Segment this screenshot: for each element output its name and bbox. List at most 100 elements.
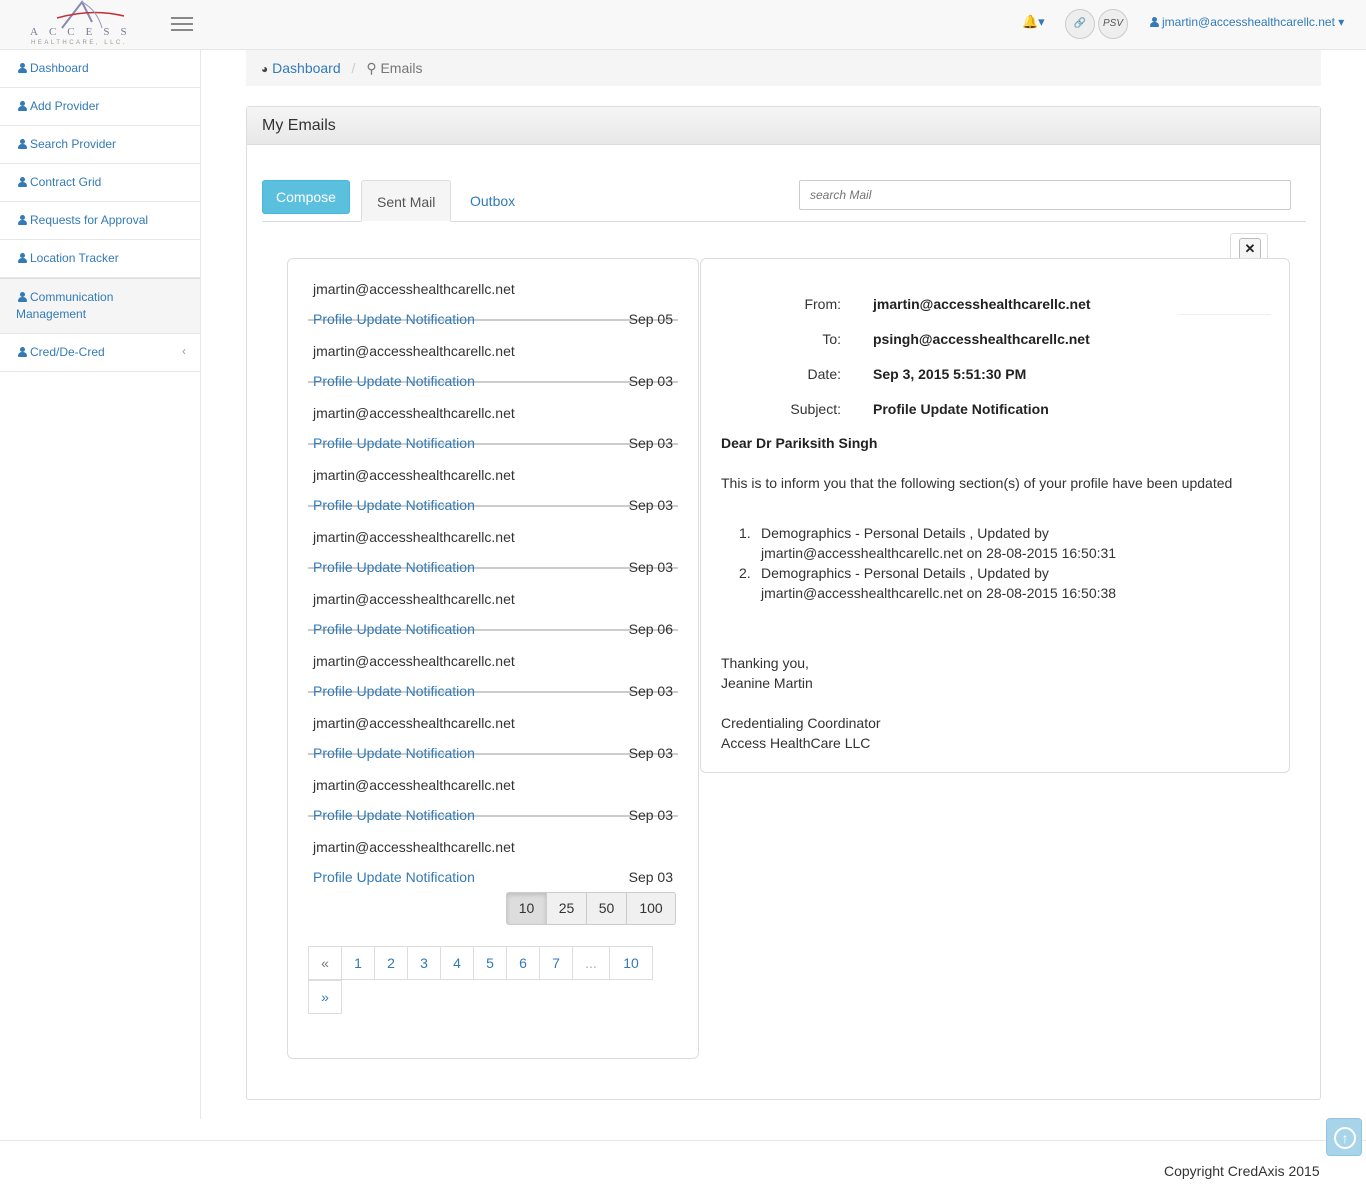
mail-list-item[interactable]: jmartin@accesshealthcarellc.net Profile … — [308, 569, 678, 637]
signoff-title: Credentialing Coordinator — [721, 715, 881, 731]
mail-detail: From: jmartin@accesshealthcarellc.net To… — [700, 258, 1290, 773]
logo-wordmark: ACCESS — [30, 26, 138, 38]
sidebar-item-label: Contract Grid — [30, 175, 102, 189]
mail-from: jmartin@accesshealthcarellc.net — [313, 839, 515, 855]
caret-down-icon: ▾ — [1338, 15, 1345, 29]
update-text: Demographics - Personal Details , Update… — [761, 565, 1117, 601]
mail-from: jmartin@accesshealthcarellc.net — [313, 715, 515, 731]
subject-label: Subject: — [790, 401, 841, 417]
mail-list: jmartin@accesshealthcarellc.net Profile … — [287, 258, 699, 1059]
footer-divider — [0, 1140, 1366, 1141]
link-icon[interactable]: 🔗 — [1065, 9, 1095, 39]
mail-from: jmartin@accesshealthcarellc.net — [313, 777, 515, 793]
page-size-option[interactable]: 10 — [506, 892, 547, 925]
user-email: jmartin@accesshealthcarellc.net — [1162, 15, 1335, 29]
pagination-page[interactable]: 3 — [407, 946, 441, 980]
mail-from: jmartin@accesshealthcarellc.net — [313, 281, 515, 297]
from-value: jmartin@accesshealthcarellc.net — [873, 296, 1091, 312]
page-size-option[interactable]: 100 — [626, 892, 676, 925]
access-healthcare-logo[interactable]: ACCESS HEALTHCARE, LLC. — [22, 0, 137, 50]
pagination-page[interactable]: 5 — [473, 946, 507, 980]
breadcrumb-separator: / — [351, 60, 356, 76]
to-value: psingh@accesshealthcarellc.net — [873, 331, 1090, 347]
sidebar-item-location-tracker[interactable]: Location Tracker — [0, 240, 200, 278]
sidebar-item-label: Add Provider — [30, 99, 100, 113]
user-icon — [18, 253, 27, 263]
date-value: Sep 3, 2015 5:51:30 PM — [873, 366, 1027, 382]
mail-from: jmartin@accesshealthcarellc.net — [313, 653, 515, 669]
menu-toggle-icon[interactable] — [171, 17, 193, 33]
notifications-bell-icon[interactable]: 🔔▾ — [1022, 14, 1045, 30]
pagination-page[interactable]: 10 — [609, 946, 653, 980]
dashboard-gauge-icon: ◕ — [261, 62, 269, 76]
chevron-left-icon: ‹ — [182, 344, 186, 358]
page-size-selector: 10 25 50 100 — [506, 892, 676, 925]
mail-list-item[interactable]: jmartin@accesshealthcarellc.net Profile … — [308, 755, 678, 823]
sidebar-item-add-provider[interactable]: Add Provider — [0, 88, 200, 126]
pagination-page[interactable]: 1 — [341, 946, 375, 980]
pagination-page[interactable]: 6 — [506, 946, 540, 980]
tab-outbox[interactable]: Outbox — [455, 180, 530, 222]
search-icon: ⚲ — [366, 60, 377, 76]
mail-from: jmartin@accesshealthcarellc.net — [313, 591, 515, 607]
tab-sent-mail[interactable]: Sent Mail — [361, 180, 452, 222]
sidebar-item-label: Communication Management — [16, 290, 114, 321]
update-text: Demographics - Personal Details , Update… — [761, 525, 1117, 561]
sidebar-item-cred-de-cred[interactable]: Cred/De-Cred ‹ — [0, 334, 200, 372]
user-icon — [18, 215, 27, 225]
user-icon — [1150, 17, 1159, 27]
user-menu[interactable]: jmartin@accesshealthcarellc.net ▾ — [1150, 15, 1344, 29]
sidebar-item-label: Search Provider — [30, 137, 117, 151]
sidebar-item-label: Dashboard — [30, 61, 89, 75]
mail-subject-link[interactable]: Profile Update Notification — [313, 869, 475, 885]
sidebar-item-communication-management[interactable]: Communication Management — [0, 278, 200, 334]
user-icon — [18, 177, 27, 187]
mail-from: jmartin@accesshealthcarellc.net — [313, 529, 515, 545]
user-icon — [18, 347, 27, 357]
mail-list-item[interactable]: jmartin@accesshealthcarellc.net Profile … — [308, 321, 678, 389]
compose-button[interactable]: Compose — [262, 180, 350, 214]
mail-list-item[interactable]: jmartin@accesshealthcarellc.net Profile … — [308, 383, 678, 451]
mail-list-item[interactable]: jmartin@accesshealthcarellc.net Profile … — [308, 693, 678, 761]
sidebar-item-dashboard[interactable]: Dashboard — [0, 50, 200, 88]
sidebar: Dashboard Add Provider Search Provider C… — [0, 50, 201, 1119]
subject-value: Profile Update Notification — [873, 401, 1049, 417]
psv-button[interactable]: PSV — [1098, 9, 1128, 39]
from-label: From: — [804, 296, 841, 312]
breadcrumb: ◕ Dashboard / ⚲ Emails — [246, 50, 1321, 86]
mail-from: jmartin@accesshealthcarellc.net — [313, 343, 515, 359]
signoff-company: Access HealthCare LLC — [721, 735, 871, 751]
footer-copyright: Copyright CredAxis 2015 — [1164, 1163, 1320, 1179]
mail-list-item[interactable]: jmartin@accesshealthcarellc.net Profile … — [308, 445, 678, 513]
sidebar-item-requests-for-approval[interactable]: Requests for Approval — [0, 202, 200, 240]
email-greeting: Dear Dr Pariksith Singh — [721, 435, 878, 451]
mail-list-item[interactable]: jmartin@accesshealthcarellc.net Profile … — [308, 817, 678, 885]
pagination-ellipsis: ... — [572, 946, 610, 980]
pagination-page[interactable]: 2 — [374, 946, 408, 980]
page-size-option[interactable]: 25 — [546, 892, 587, 925]
user-icon — [18, 292, 27, 302]
sidebar-item-label: Cred/De-Cred — [30, 345, 105, 359]
scroll-to-top-icon[interactable] — [1326, 1118, 1363, 1156]
mail-list-item[interactable]: jmartin@accesshealthcarellc.net Profile … — [308, 507, 678, 575]
user-icon — [18, 63, 27, 73]
pagination-page[interactable]: 4 — [440, 946, 474, 980]
user-icon — [18, 101, 27, 111]
user-icon — [18, 139, 27, 149]
my-emails-panel: My Emails Compose Sent Mail Outbox jmart… — [246, 106, 1321, 1100]
pagination-page[interactable]: 7 — [539, 946, 573, 980]
pagination-prev[interactable]: « — [308, 946, 342, 980]
sidebar-item-search-provider[interactable]: Search Provider — [0, 126, 200, 164]
sidebar-item-contract-grid[interactable]: Contract Grid — [0, 164, 200, 202]
breadcrumb-dashboard[interactable]: ◕ Dashboard — [261, 60, 341, 76]
close-icon[interactable]: ✕ — [1239, 238, 1261, 260]
list-number: 1. — [739, 525, 751, 541]
search-mail-input[interactable] — [799, 180, 1291, 210]
mail-list-item[interactable]: jmartin@accesshealthcarellc.net Profile … — [308, 259, 678, 327]
mail-from: jmartin@accesshealthcarellc.net — [313, 405, 515, 421]
page-size-option[interactable]: 50 — [586, 892, 627, 925]
divider — [1179, 314, 1271, 315]
mail-list-item[interactable]: jmartin@accesshealthcarellc.net Profile … — [308, 631, 678, 699]
pagination-next[interactable]: » — [308, 980, 342, 1014]
panel-title: My Emails — [247, 107, 1320, 145]
